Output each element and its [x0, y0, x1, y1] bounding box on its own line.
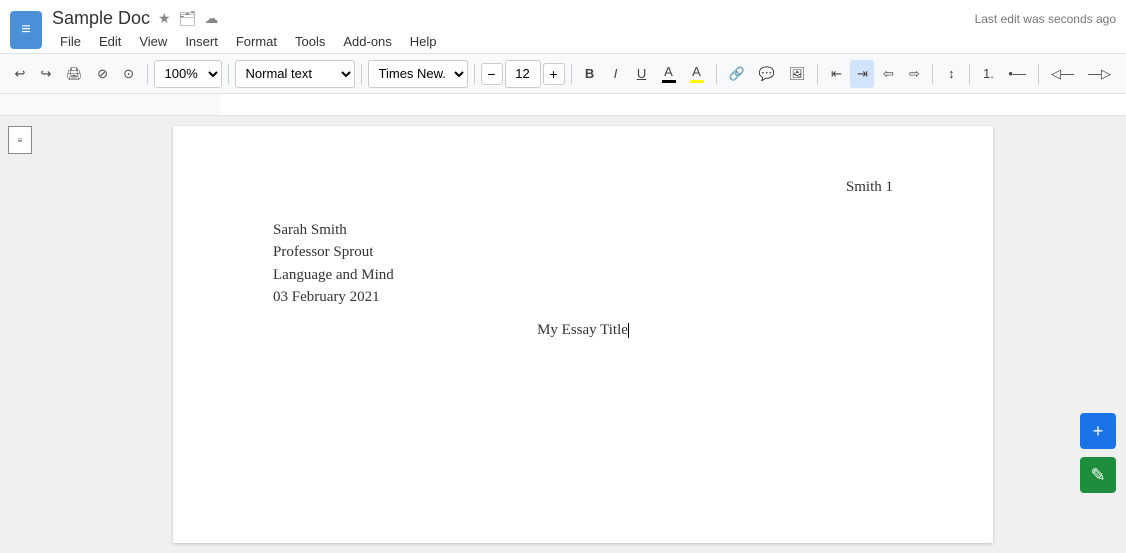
star-icon[interactable]: ★ [158, 10, 171, 27]
essay-title-line: My Essay Title [273, 319, 893, 342]
font-size-increase[interactable]: + [543, 63, 565, 85]
link-button[interactable]: 🔗 [723, 60, 751, 88]
divider-9 [969, 64, 970, 84]
divider-8 [932, 64, 933, 84]
ruler-track [220, 94, 1126, 115]
divider-7 [817, 64, 818, 84]
italic-button[interactable]: I [604, 60, 628, 88]
page-body[interactable]: Sarah Smith Professor Sprout Language an… [273, 219, 893, 342]
indent-increase-button[interactable]: —▷ [1082, 60, 1117, 88]
underline-button[interactable]: U [630, 60, 654, 88]
zoom-select[interactable]: 100% [154, 60, 222, 88]
menu-help[interactable]: Help [402, 31, 445, 52]
align-left-button[interactable]: ⇤ [824, 60, 848, 88]
main-area: ≡ Smith 1 Sarah Smith Professor Sprout L… [0, 116, 1126, 553]
sidebar: ≡ [0, 116, 40, 553]
undo-button[interactable]: ↩ [8, 60, 32, 88]
text-cursor [628, 323, 629, 338]
menu-bar: File Edit View Insert Format Tools Add-o… [52, 31, 1116, 52]
bold-button[interactable]: B [578, 60, 602, 88]
menu-tools[interactable]: Tools [287, 31, 333, 52]
folder-icon[interactable]: 🗂 [179, 10, 197, 27]
text-color-button[interactable]: A [656, 60, 682, 88]
highlight-color-button[interactable]: A [684, 60, 710, 88]
redo-button[interactable]: ↪ [34, 60, 58, 88]
line-date: 03 February 2021 [273, 286, 893, 309]
line-professor: Professor Sprout [273, 241, 893, 264]
align-right-button[interactable]: ⇦ [876, 60, 900, 88]
divider-10 [1038, 64, 1039, 84]
menu-format[interactable]: Format [228, 31, 285, 52]
print-button[interactable]: 🖨 [60, 60, 89, 88]
comment-fab-button[interactable]: ✎ [1080, 457, 1116, 493]
line-course: Language and Mind [273, 264, 893, 287]
line-spacing-button[interactable]: ↕ [939, 60, 963, 88]
menu-addons[interactable]: Add-ons [335, 31, 399, 52]
divider-1 [147, 64, 148, 84]
divider-6 [716, 64, 717, 84]
doc-title[interactable]: Sample Doc [52, 8, 150, 29]
last-edit-label: Last edit was seconds ago [975, 8, 1116, 26]
toolbar: ↩ ↪ 🖨 ⊘ ⊙ 100% Normal text Times New... … [0, 54, 1126, 94]
add-fab-button[interactable]: + [1080, 413, 1116, 449]
text-style-select[interactable]: Normal text [235, 60, 355, 88]
fab-area: + ✎ [1080, 413, 1116, 493]
ruler [0, 94, 1126, 116]
font-size-input[interactable] [505, 60, 541, 88]
align-justify-button[interactable]: ⇨ [902, 60, 926, 88]
numbered-list-button[interactable]: 1. [976, 60, 1000, 88]
spellcheck-button[interactable]: ⊘ [91, 60, 115, 88]
menu-edit[interactable]: Edit [91, 31, 129, 52]
cloud-icon[interactable]: ☁ [204, 10, 218, 27]
indent-decrease-button[interactable]: ◁— [1045, 60, 1080, 88]
bullet-list-button[interactable]: •— [1002, 60, 1032, 88]
title-bar: Sample Doc ★ 🗂 ☁ Last edit was seconds a… [0, 0, 1126, 54]
menu-file[interactable]: File [52, 31, 89, 52]
image-button[interactable]: 🖼 [783, 60, 812, 88]
divider-5 [571, 64, 572, 84]
essay-title-text: My Essay Title [537, 322, 628, 338]
divider-3 [361, 64, 362, 84]
font-size-decrease[interactable]: − [481, 63, 503, 85]
page-header: Smith 1 [273, 176, 893, 199]
menu-view[interactable]: View [131, 31, 175, 52]
document-page: Smith 1 Sarah Smith Professor Sprout Lan… [173, 126, 993, 543]
paint-format-button[interactable]: ⊙ [117, 60, 141, 88]
page-area[interactable]: Smith 1 Sarah Smith Professor Sprout Lan… [40, 116, 1126, 553]
comment-button[interactable]: 💬 [753, 60, 781, 88]
font-size-control: − + [481, 60, 565, 88]
sidebar-document-icon: ≡ [8, 126, 32, 154]
divider-4 [474, 64, 475, 84]
app-icon [10, 11, 42, 49]
header-right-text: Smith 1 [846, 179, 893, 195]
align-center-button[interactable]: ⇥ [850, 60, 874, 88]
font-family-select[interactable]: Times New... [368, 60, 468, 88]
menu-insert[interactable]: Insert [177, 31, 226, 52]
line-author: Sarah Smith [273, 219, 893, 242]
doc-title-area: Sample Doc ★ 🗂 ☁ Last edit was seconds a… [52, 8, 1116, 52]
divider-2 [228, 64, 229, 84]
